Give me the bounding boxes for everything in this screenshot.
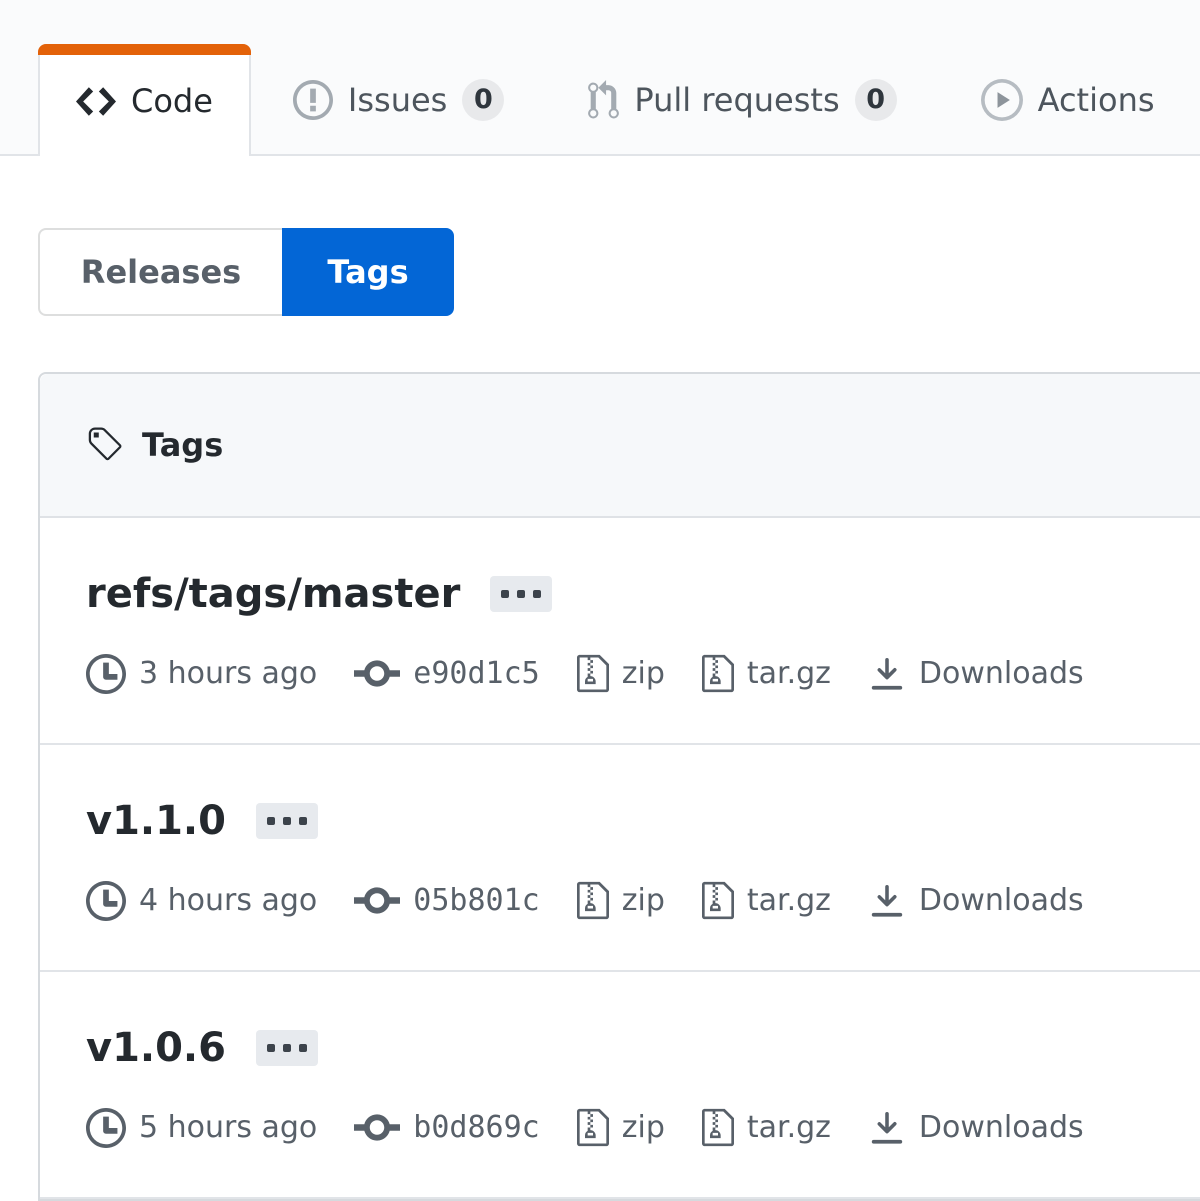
tab-issues-label: Issues (348, 81, 447, 119)
downloads-link[interactable]: Downloads (868, 1109, 1084, 1147)
git-commit-icon (354, 884, 400, 917)
tab-issues[interactable]: Issues 0 (257, 46, 540, 154)
download-icon (868, 882, 906, 920)
targz-label: tar.gz (747, 1110, 831, 1145)
tag-commit-link[interactable]: b0d869c (354, 1110, 539, 1145)
tab-code[interactable]: Code (38, 44, 251, 156)
tag-commit-link[interactable]: e90d1c5 (354, 656, 539, 691)
ellipsis-icon (283, 1044, 291, 1052)
tags-box-header: Tags (40, 374, 1200, 518)
commit-sha: b0d869c (413, 1110, 539, 1145)
zip-label: zip (622, 883, 665, 918)
download-icon (868, 1109, 906, 1147)
clock-icon (86, 654, 126, 694)
tab-actions[interactable]: Actions (945, 46, 1191, 154)
tab-actions-label: Actions (1038, 81, 1155, 119)
targz-download-link[interactable]: tar.gz (702, 652, 831, 695)
tags-box-title: Tags (142, 426, 223, 464)
tag-row: refs/tags/master 3 hours ago e90d1c5 (40, 518, 1200, 745)
tag-name-link[interactable]: v1.1.0 (86, 799, 226, 843)
ellipsis-icon (267, 817, 275, 825)
zip-download-link[interactable]: zip (577, 879, 665, 922)
commit-message-expander-button[interactable] (490, 576, 552, 612)
commit-sha: 05b801c (413, 883, 539, 918)
tag-meta-row: 5 hours ago b0d869c zip tar.gz (86, 1106, 1200, 1149)
tag-title-line: v1.1.0 (86, 799, 1200, 843)
releases-page-content: Releases Tags Tags refs/tags/master (0, 156, 1200, 1201)
targz-label: tar.gz (747, 656, 831, 691)
tag-age-text: 5 hours ago (139, 1110, 317, 1145)
targz-download-link[interactable]: tar.gz (702, 879, 831, 922)
tag-meta-row: 4 hours ago 05b801c zip tar.gz (86, 879, 1200, 922)
ellipsis-icon (299, 817, 307, 825)
downloads-label: Downloads (919, 656, 1084, 691)
commit-sha: e90d1c5 (413, 656, 539, 691)
code-icon (76, 87, 116, 116)
git-commit-icon (354, 1111, 400, 1144)
ellipsis-icon (501, 590, 509, 598)
tag-row: v1.0.6 5 hours ago b0d869c (40, 972, 1200, 1199)
issue-opened-icon (293, 80, 333, 120)
zip-download-link[interactable]: zip (577, 1106, 665, 1149)
downloads-label: Downloads (919, 1110, 1084, 1145)
ellipsis-icon (533, 590, 541, 598)
commit-message-expander-button[interactable] (256, 1030, 318, 1066)
file-zip-icon (577, 652, 609, 695)
ellipsis-icon (517, 590, 525, 598)
downloads-label: Downloads (919, 883, 1084, 918)
tag-row: v1.1.0 4 hours ago 05b801c (40, 745, 1200, 972)
ellipsis-icon (267, 1044, 275, 1052)
file-zip-icon (577, 1106, 609, 1149)
download-icon (868, 655, 906, 693)
tag-name-link[interactable]: v1.0.6 (86, 1026, 226, 1070)
tag-age: 3 hours ago (86, 654, 317, 694)
zip-label: zip (622, 656, 665, 691)
commit-message-expander-button[interactable] (256, 803, 318, 839)
clock-icon (86, 1108, 126, 1148)
tag-title-line: v1.0.6 (86, 1026, 1200, 1070)
clock-icon (86, 881, 126, 921)
issues-count-badge: 0 (462, 79, 504, 121)
tag-age: 4 hours ago (86, 881, 317, 921)
tab-code-label: Code (131, 82, 213, 120)
zip-label: zip (622, 1110, 665, 1145)
tab-pull-requests[interactable]: Pull requests 0 (552, 46, 932, 154)
tag-title-line: refs/tags/master (86, 572, 1200, 616)
tag-age: 5 hours ago (86, 1108, 317, 1148)
git-pull-request-icon (588, 80, 619, 121)
ellipsis-icon (283, 817, 291, 825)
tags-box: Tags refs/tags/master 3 hours ago (38, 372, 1200, 1201)
targz-download-link[interactable]: tar.gz (702, 1106, 831, 1149)
targz-label: tar.gz (747, 883, 831, 918)
downloads-link[interactable]: Downloads (868, 655, 1084, 693)
repo-tab-nav: Code Issues 0 Pull requests 0 Actions (0, 0, 1200, 156)
tags-toggle-button[interactable]: Tags (282, 228, 454, 316)
downloads-link[interactable]: Downloads (868, 882, 1084, 920)
tag-age-text: 4 hours ago (139, 883, 317, 918)
ellipsis-icon (299, 1044, 307, 1052)
file-zip-icon (702, 879, 734, 922)
file-zip-icon (577, 879, 609, 922)
tab-pull-requests-label: Pull requests (634, 81, 839, 119)
zip-download-link[interactable]: zip (577, 652, 665, 695)
releases-toggle-button[interactable]: Releases (38, 228, 284, 316)
file-zip-icon (702, 1106, 734, 1149)
file-zip-icon (702, 652, 734, 695)
tag-meta-row: 3 hours ago e90d1c5 zip tar.gz (86, 652, 1200, 695)
pull-requests-count-badge: 0 (855, 79, 897, 121)
tag-list: refs/tags/master 3 hours ago e90d1c5 (40, 518, 1200, 1199)
tag-commit-link[interactable]: 05b801c (354, 883, 539, 918)
releases-tags-toggle: Releases Tags (38, 228, 454, 316)
tag-icon (86, 425, 124, 465)
play-circle-icon (981, 79, 1023, 121)
git-commit-icon (354, 657, 400, 690)
tag-name-link[interactable]: refs/tags/master (86, 572, 460, 616)
tag-age-text: 3 hours ago (139, 656, 317, 691)
